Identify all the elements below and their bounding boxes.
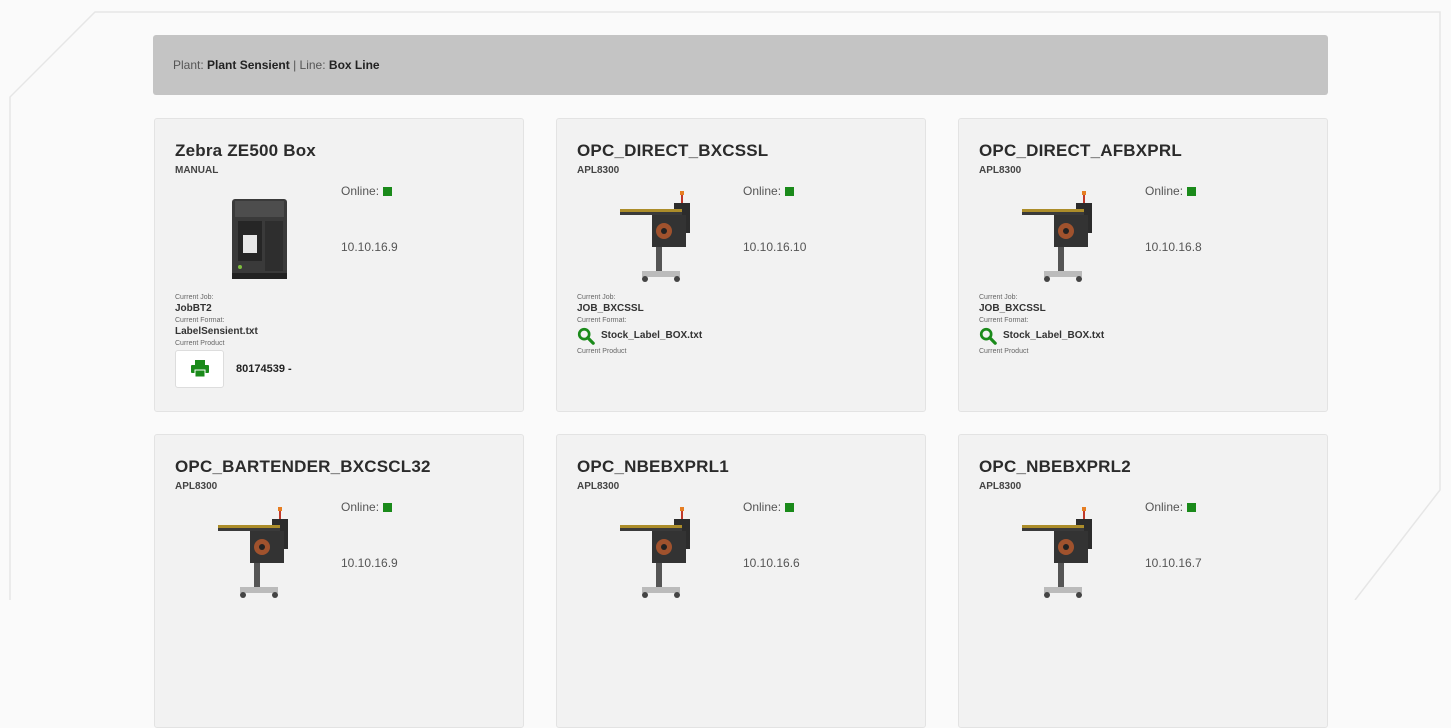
label-applicator-icon — [612, 191, 712, 286]
device-name: OPC_BARTENDER_BXCSCL32 — [175, 457, 431, 476]
online-status: Online: — [743, 184, 795, 198]
zebra-printer-icon — [210, 191, 310, 286]
current-product-label: Current Product — [979, 348, 1029, 355]
online-status: Online: — [743, 500, 795, 514]
current-job-value: JOB_BXCSSL — [979, 303, 1046, 314]
magnifier-icon[interactable] — [577, 327, 595, 345]
online-indicator-icon — [1187, 502, 1197, 512]
online-indicator-icon — [383, 502, 393, 512]
line-label: Line: — [299, 58, 326, 72]
current-format-value: LabelSensient.txt — [175, 326, 258, 337]
online-status: Online: — [1145, 184, 1197, 198]
label-applicator-icon — [612, 507, 712, 602]
online-indicator-icon — [1187, 186, 1197, 196]
online-label: Online: — [1145, 500, 1184, 514]
device-model: APL8300 — [577, 165, 620, 176]
device-card-opc-nbebxprl2[interactable]: OPC_NBEBXPRL2 APL8300 Online: 10.10.16.7 — [958, 434, 1328, 728]
plant-line-header: Plant: Plant Sensient | Line: Box Line — [153, 35, 1328, 95]
ip-address: 10.10.16.8 — [1145, 240, 1202, 254]
ip-address: 10.10.16.6 — [743, 556, 800, 570]
plant-label: Plant: — [173, 58, 204, 72]
online-status: Online: — [1145, 500, 1197, 514]
device-card-zebra-ze500-box[interactable]: Zebra ZE500 Box MANUAL Online: 10.10.16.… — [154, 118, 524, 412]
device-name: Zebra ZE500 Box — [175, 141, 316, 160]
current-job-value: JobBT2 — [175, 303, 212, 314]
online-label: Online: — [341, 184, 380, 198]
online-status: Online: — [341, 500, 393, 514]
device-model: APL8300 — [577, 481, 620, 492]
ip-address: 10.10.16.7 — [1145, 556, 1202, 570]
current-product-value: 80174539 - — [236, 363, 292, 375]
current-job-label: Current Job: — [175, 294, 214, 301]
current-format-value[interactable]: Stock_Label_BOX.txt — [601, 329, 702, 343]
current-format-label: Current Format: — [175, 317, 225, 324]
print-button[interactable] — [175, 350, 224, 388]
device-name: OPC_DIRECT_AFBXPRL — [979, 141, 1182, 160]
label-applicator-icon — [210, 507, 310, 602]
device-model: APL8300 — [175, 481, 218, 492]
magnifier-icon[interactable] — [979, 327, 997, 345]
online-indicator-icon — [785, 502, 795, 512]
device-name: OPC_DIRECT_BXCSSL — [577, 141, 769, 160]
device-name: OPC_NBEBXPRL2 — [979, 457, 1131, 476]
device-card-opc-nbebxprl1[interactable]: OPC_NBEBXPRL1 APL8300 Online: 10.10.16.6 — [556, 434, 926, 728]
online-status: Online: — [341, 184, 393, 198]
current-job-label: Current Job: — [979, 294, 1018, 301]
printer-icon — [190, 359, 210, 379]
device-card-opc-direct-afbxprl[interactable]: OPC_DIRECT_AFBXPRL APL8300 Online: 10.10… — [958, 118, 1328, 412]
ip-address: 10.10.16.10 — [743, 240, 807, 254]
current-product-label: Current Product — [577, 348, 627, 355]
current-job-value: JOB_BXCSSL — [577, 303, 644, 314]
online-label: Online: — [1145, 184, 1184, 198]
label-applicator-icon — [1014, 507, 1114, 602]
line-value: Box Line — [328, 58, 380, 72]
job-section: Current Job: JOB_BXCSSL Current Format: … — [577, 293, 907, 356]
job-section: Current Job: JobBT2 Current Format: Labe… — [175, 293, 505, 388]
device-model: APL8300 — [979, 481, 1022, 492]
current-job-label: Current Job: — [577, 294, 616, 301]
device-model: MANUAL — [175, 165, 219, 176]
device-name: OPC_NBEBXPRL1 — [577, 457, 729, 476]
device-model: APL8300 — [979, 165, 1022, 176]
online-label: Online: — [743, 184, 782, 198]
current-product-label: Current Product — [175, 340, 225, 347]
ip-address: 10.10.16.9 — [341, 556, 398, 570]
online-label: Online: — [743, 500, 782, 514]
label-applicator-icon — [1014, 191, 1114, 286]
online-indicator-icon — [785, 186, 795, 196]
current-format-label: Current Format: — [979, 317, 1029, 324]
header-separator: | — [293, 58, 297, 72]
job-section: Current Job: JOB_BXCSSL Current Format: … — [979, 293, 1309, 356]
ip-address: 10.10.16.9 — [341, 240, 398, 254]
device-card-opc-bartender-bxcscl32[interactable]: OPC_BARTENDER_BXCSCL32 APL8300 Online: 1… — [154, 434, 524, 728]
plant-value: Plant Sensient — [207, 58, 290, 72]
current-format-value[interactable]: Stock_Label_BOX.txt — [1003, 329, 1104, 343]
device-card-opc-direct-bxcssl[interactable]: OPC_DIRECT_BXCSSL APL8300 Online: 10.10.… — [556, 118, 926, 412]
online-label: Online: — [341, 500, 380, 514]
online-indicator-icon — [383, 186, 393, 196]
current-format-label: Current Format: — [577, 317, 627, 324]
